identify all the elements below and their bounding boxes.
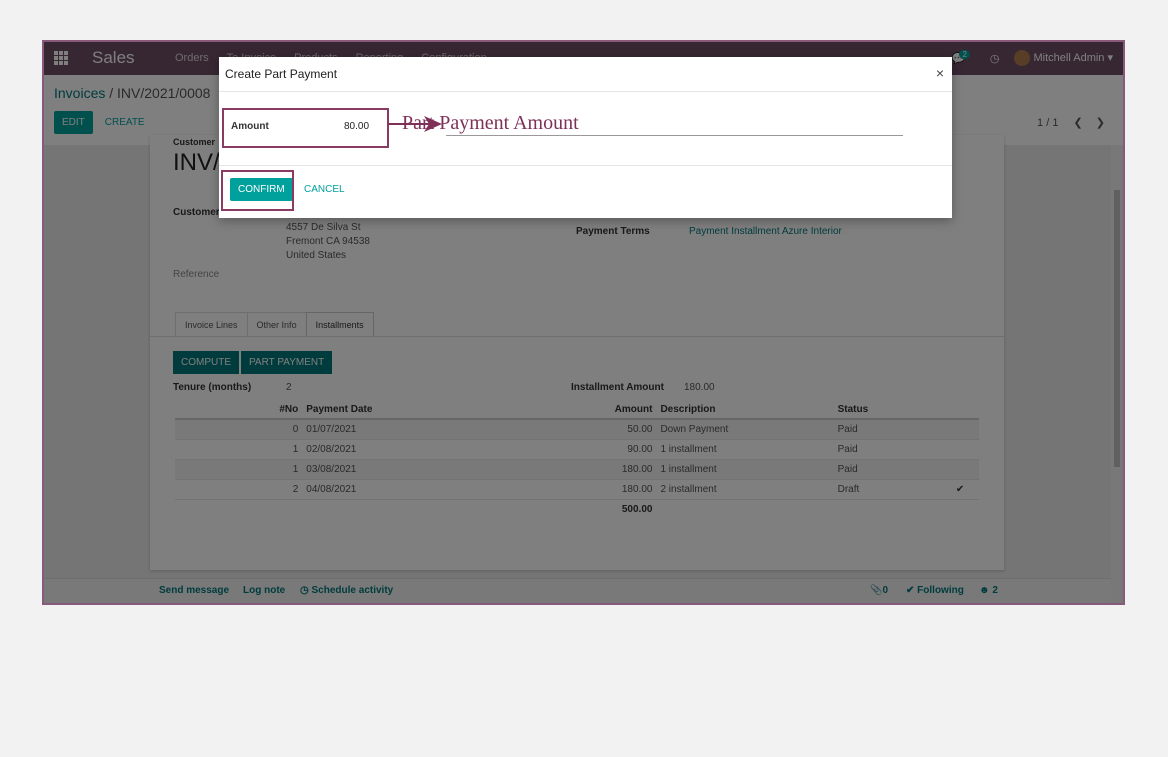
cancel-button[interactable]: CANCEL [296,178,353,201]
amount-highlight-box [222,108,389,148]
dialog-footer: CONFIRM CANCEL [219,165,952,219]
app-window: Sales Orders To Invoice Products Reporti… [42,40,1125,605]
confirm-highlight-box [221,170,294,211]
dialog-title: Create Part Payment [225,67,338,81]
dialog-header: Create Part Payment × [219,57,952,92]
annotation-underline [446,135,903,136]
close-icon[interactable]: × [936,65,944,81]
annotation-label: Part Payment Amount [402,112,579,134]
